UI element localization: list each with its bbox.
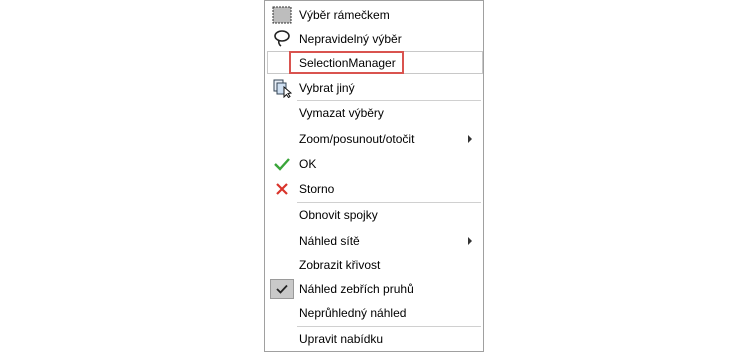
menu-item-label: OK bbox=[299, 157, 317, 171]
menu-item-customize-menu[interactable]: Upravit nabídku bbox=[266, 327, 482, 351]
menu-item-show-curvature[interactable]: Zobrazit křivost bbox=[266, 253, 482, 277]
box-select-icon bbox=[269, 3, 295, 27]
context-menu: Výběr rámečkem Nepravidelný výběr Select… bbox=[264, 0, 484, 352]
menu-item-label: Storno bbox=[299, 182, 335, 196]
checkmark-icon bbox=[269, 277, 295, 301]
menu-item-clear-selections[interactable]: Vymazat výběry bbox=[266, 101, 482, 125]
menu-item-rebuild-connectors[interactable]: Obnovit spojky bbox=[266, 203, 482, 227]
lasso-icon bbox=[269, 27, 295, 51]
menu-item-label: Obnovit spojky bbox=[299, 208, 378, 222]
menu-item-label: Upravit nabídku bbox=[299, 332, 384, 346]
menu-item-label: Vymazat výběry bbox=[299, 106, 384, 120]
submenu-arrow-icon bbox=[468, 135, 472, 143]
menu-item-lasso-select[interactable]: Nepravidelný výběr bbox=[266, 27, 482, 51]
submenu-arrow-icon bbox=[468, 237, 472, 245]
menu-item-select-other[interactable]: Vybrat jiný bbox=[266, 76, 482, 100]
menu-item-label: Nepravidelný výběr bbox=[299, 32, 402, 46]
menu-item-zoom-pan-rotate[interactable]: Zoom/posunout/otočit bbox=[266, 127, 482, 151]
menu-item-label: Zoom/posunout/otočit bbox=[299, 132, 415, 146]
menu-item-box-select[interactable]: Výběr rámečkem bbox=[266, 3, 482, 27]
menu-item-label: Neprůhledný náhled bbox=[299, 306, 407, 320]
select-other-icon bbox=[269, 76, 295, 100]
menu-item-label: Vybrat jiný bbox=[299, 81, 355, 95]
menu-item-zebra-preview[interactable]: Náhled zebřích pruhů bbox=[266, 277, 482, 301]
menu-item-label: Výběr rámečkem bbox=[299, 8, 390, 22]
menu-item-label: Zobrazit křivost bbox=[299, 258, 381, 272]
cross-icon bbox=[269, 177, 295, 201]
checkmark-icon bbox=[269, 152, 295, 176]
menu-item-opaque-preview[interactable]: Neprůhledný náhled bbox=[266, 301, 482, 325]
menu-item-mesh-preview[interactable]: Náhled sítě bbox=[266, 229, 482, 253]
annotation-highlight-box bbox=[289, 51, 404, 74]
menu-item-ok[interactable]: OK bbox=[266, 152, 482, 176]
menu-item-cancel[interactable]: Storno bbox=[266, 177, 482, 201]
menu-item-label: Náhled zebřích pruhů bbox=[299, 282, 414, 296]
menu-item-label: Náhled sítě bbox=[299, 234, 360, 248]
